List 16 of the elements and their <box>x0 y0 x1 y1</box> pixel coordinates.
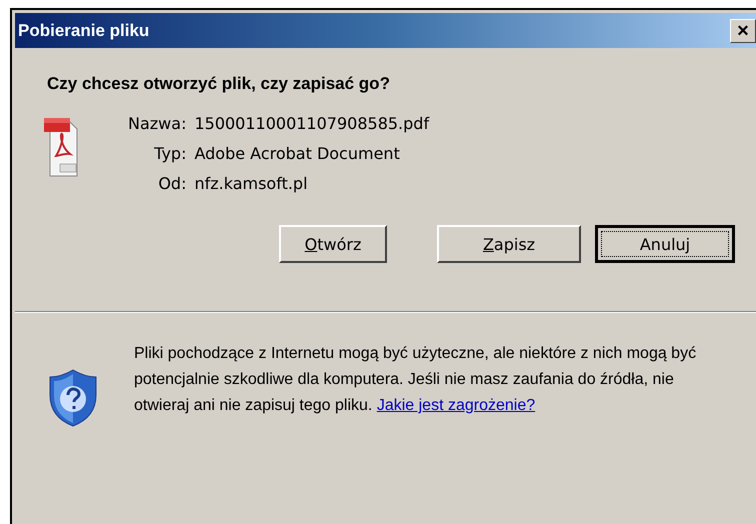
close-button[interactable]: × <box>730 18 756 42</box>
question-text: Czy chcesz otworzyć plik, czy zapisać go? <box>47 74 391 94</box>
dialog-button[interactable]: Otwórz <box>279 225 387 263</box>
risk-link[interactable]: Jakie jest zagrożenie? <box>376 397 536 414</box>
field-value: Adobe Acrobat Document <box>194 144 401 163</box>
field-label: Nazwa: <box>128 114 186 133</box>
dialog-button[interactable]: Anuluj <box>595 225 735 263</box>
pdf-file-icon <box>44 116 78 178</box>
field-value: nfz.kamsoft.pl <box>194 174 309 193</box>
field-label: Typ: <box>153 144 186 163</box>
warning-text: Pliki pochodzące z Internetu mogą być użyteczne, ale niektóre z nich mogą być potencjalnie szkodliwe dla komputera. Jeśli nie masz zaufania do źródła, nie otwieraj ani nie zapisuj tego pliku. Jakie jest zagrożenie? <box>134 344 698 416</box>
dialog-button[interactable]: Zapisz <box>437 225 581 263</box>
field-value: 15000110001107908585.pdf <box>194 114 430 133</box>
window-title: Pobieranie pliku <box>18 20 150 40</box>
field-label: Od: <box>157 174 186 193</box>
shield-question-icon <box>48 369 98 427</box>
